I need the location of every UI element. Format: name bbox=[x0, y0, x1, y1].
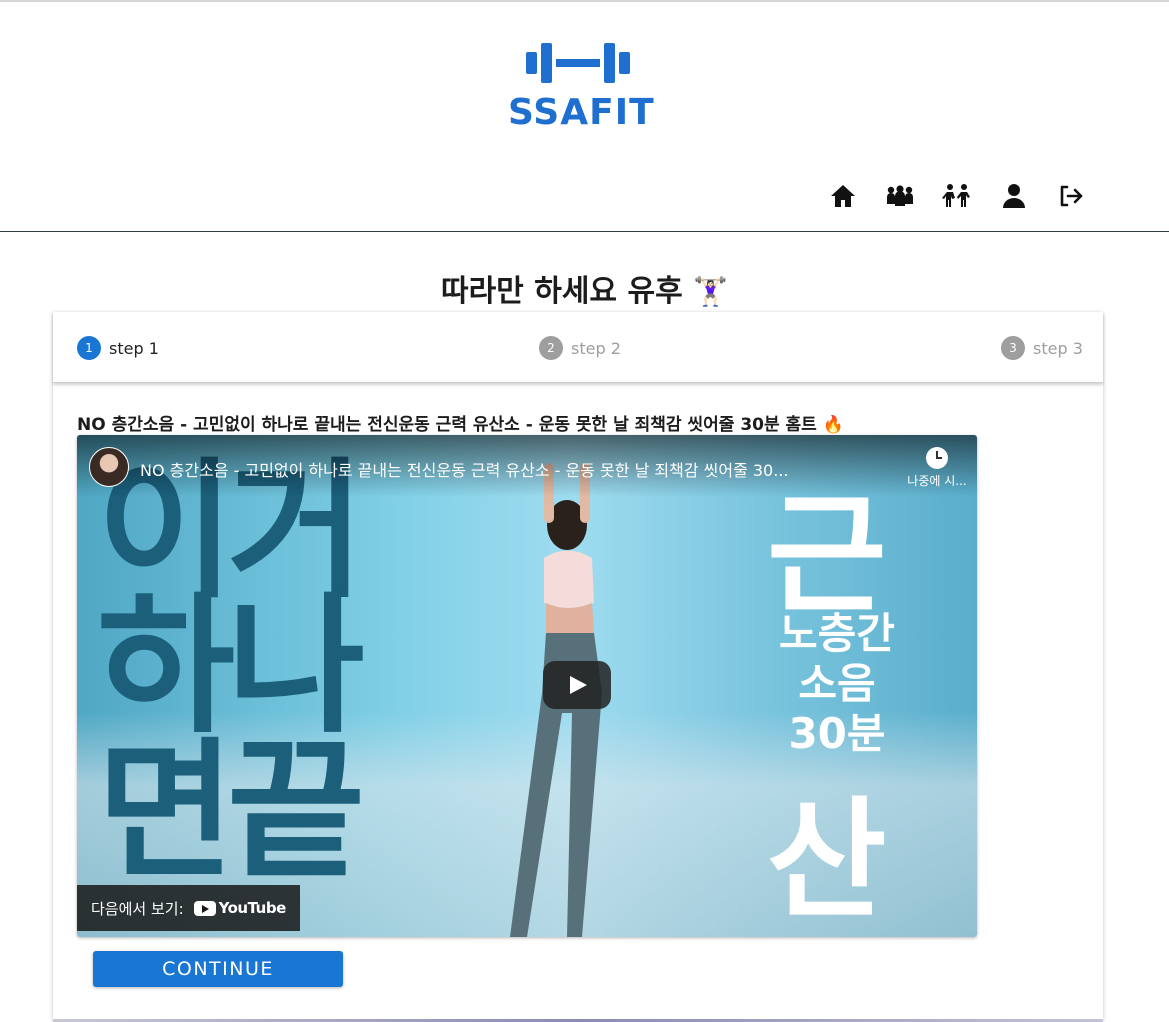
player-title[interactable]: NO 층간소음 - 고민없이 하나로 끝내는 전신운동 근력 유산소 - 운동 … bbox=[140, 457, 900, 481]
thumbnail-text-right-3: 30분 bbox=[788, 709, 886, 758]
watch-on-label: 다음에서 보기: bbox=[91, 899, 184, 918]
home-icon[interactable] bbox=[828, 182, 858, 210]
thumbnail-text-right-1: 노층간 bbox=[779, 609, 895, 658]
step-3-label: step 3 bbox=[1033, 338, 1083, 358]
continue-button[interactable]: CONTINUE bbox=[93, 951, 343, 987]
nav-bar bbox=[828, 182, 1113, 210]
weightlifter-emoji: 🏋🏻‍♀️ bbox=[693, 275, 729, 308]
watch-later-button[interactable]: 나중에 시... bbox=[907, 447, 967, 489]
step-2-number: 2 bbox=[539, 336, 563, 360]
video-title: NO 층간소음 - 고민없이 하나로 끝내는 전신운동 근력 유산소 - 운동 … bbox=[77, 415, 844, 435]
logo-text: SSAFIT bbox=[508, 92, 655, 133]
youtube-logo: YouTube bbox=[193, 899, 287, 917]
stepper-header: 1 step 1 2 step 2 3 step 3 bbox=[53, 312, 1103, 383]
page-title-text: 따라만 하세요 유후 bbox=[440, 274, 683, 309]
group-icon[interactable] bbox=[885, 182, 915, 210]
ssafit-logo[interactable]: SSAFIT bbox=[508, 40, 655, 136]
youtube-label: YouTube bbox=[218, 899, 287, 917]
youtube-play-icon bbox=[193, 900, 216, 916]
youtube-player[interactable]: 이거 하나 면끝 근 노층간 소음 30분 산 NO 층간소음 - 고민없이 하… bbox=[77, 435, 977, 937]
site-header: SSAFIT bbox=[0, 2, 1169, 232]
channel-avatar[interactable] bbox=[89, 447, 129, 487]
thumbnail-text-right-2: 소음 bbox=[798, 659, 876, 708]
watch-on-youtube[interactable]: 다음에서 보기: YouTube bbox=[77, 885, 300, 931]
step-1[interactable]: 1 step 1 bbox=[77, 336, 159, 360]
play-button[interactable] bbox=[543, 661, 611, 709]
logout-icon[interactable] bbox=[1056, 182, 1086, 210]
step-1-label: step 1 bbox=[109, 338, 159, 358]
thumbnail-text-right-top: 근 bbox=[767, 479, 887, 631]
step-2[interactable]: 2 step 2 bbox=[539, 336, 621, 360]
thumbnail-text-left-2: 하나 bbox=[97, 580, 365, 754]
clock-icon bbox=[926, 447, 948, 469]
user-icon[interactable] bbox=[999, 182, 1029, 210]
fight-icon[interactable] bbox=[942, 182, 972, 210]
dumbbell-icon bbox=[526, 43, 630, 83]
step-1-number: 1 bbox=[77, 336, 101, 360]
thumbnail-text-left-3: 면끝 bbox=[97, 725, 365, 899]
thumbnail-text-right-bottom: 산 bbox=[767, 784, 887, 936]
step-2-label: step 2 bbox=[571, 338, 621, 358]
stepper-card: 1 step 1 2 step 2 3 step 3 NO 층간소음 - 고민없… bbox=[53, 312, 1103, 1020]
step-3[interactable]: 3 step 3 bbox=[1001, 336, 1083, 360]
page-title: 따라만 하세요 유후 🏋🏻‍♀️ bbox=[0, 266, 1169, 310]
step-3-number: 3 bbox=[1001, 336, 1025, 360]
watch-later-label: 나중에 시... bbox=[907, 474, 967, 488]
